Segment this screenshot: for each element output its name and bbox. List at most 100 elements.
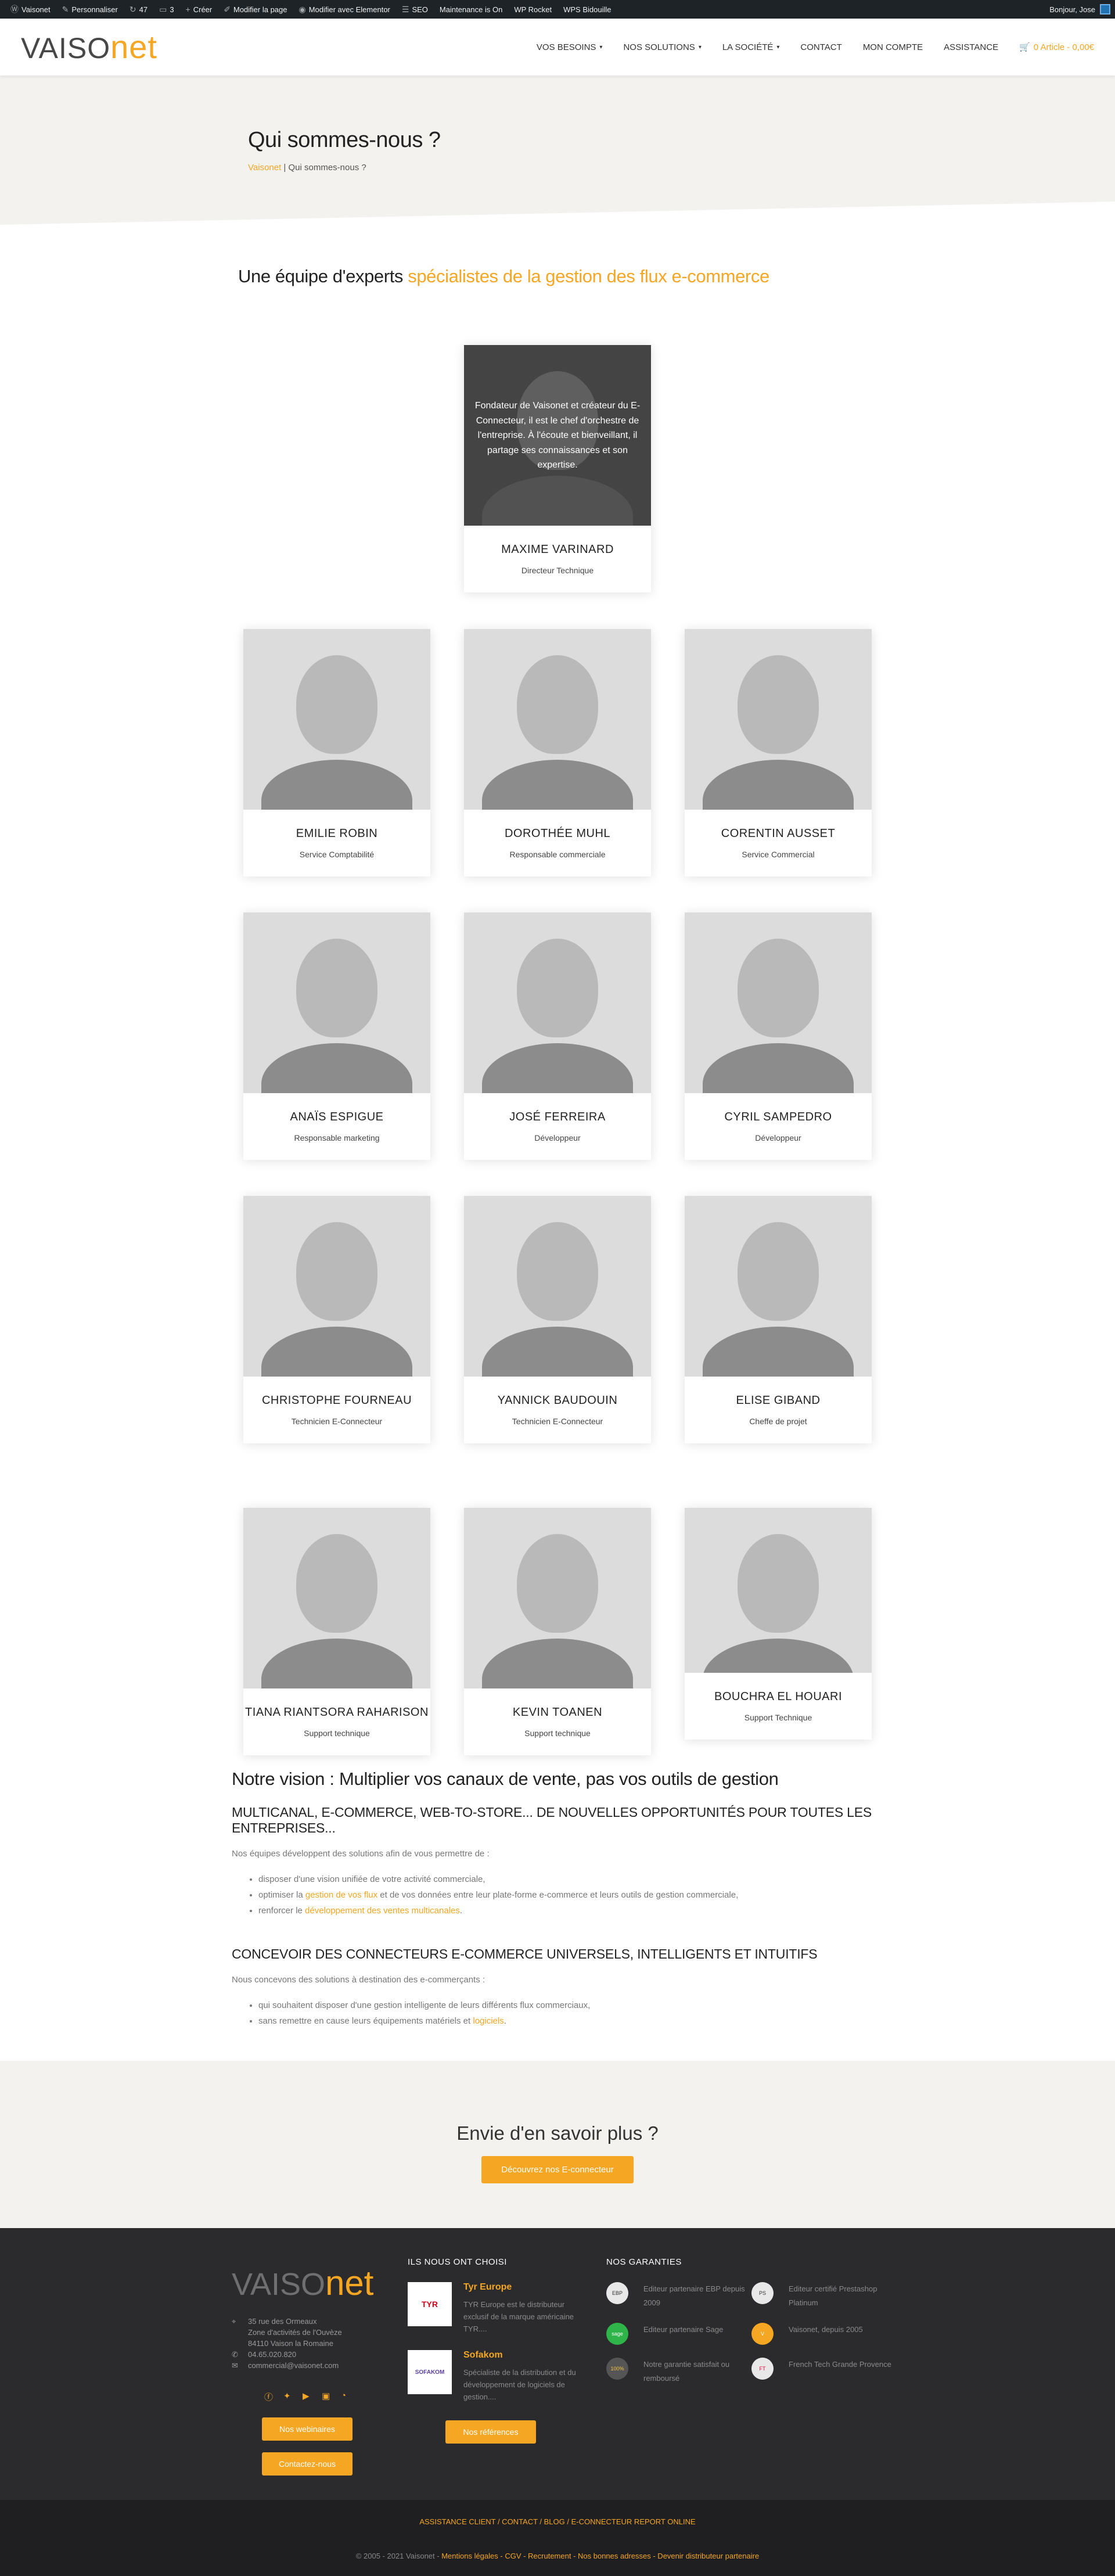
- admin-account-menu[interactable]: Bonjour, Jose: [1049, 4, 1110, 15]
- nav-item-assistance[interactable]: ASSISTANCE: [944, 42, 998, 52]
- phone-icon: ✆: [232, 2350, 238, 2359]
- rss-icon[interactable]: ◔: [341, 2391, 350, 2401]
- admin-updates-link[interactable]: ↻ 47: [124, 0, 153, 19]
- software-link[interactable]: logiciels: [473, 2016, 503, 2026]
- nav-label: VOS BESOINS: [536, 42, 596, 52]
- webinars-button[interactable]: Nos webinaires: [262, 2417, 353, 2441]
- linkedin-icon[interactable]: ▣: [322, 2391, 331, 2401]
- portrait-body-shape: [703, 1639, 854, 1673]
- discover-connectors-button[interactable]: Découvrez nos E-connecteur: [481, 2156, 634, 2183]
- tyr-logo: TYR: [408, 2282, 452, 2326]
- admin-customize-link[interactable]: ✎ Personnaliser: [56, 0, 124, 19]
- member-photo: [464, 1196, 651, 1377]
- legal-links[interactable]: Mentions légales - CGV - Recrutement - N…: [441, 2552, 759, 2560]
- nav-item-contact[interactable]: CONTACT: [800, 42, 841, 52]
- member-name: CHRISTOPHE FOURNEAU: [261, 1394, 412, 1407]
- member-photo: [243, 1508, 430, 1688]
- chevron-down-icon: ▾: [599, 44, 603, 51]
- member-role: Développeur: [755, 1133, 801, 1143]
- site-footer: VAISO net ⌖ 35 rue des Ormeaux Zone d'activ…: [0, 2228, 1115, 2500]
- nav-item-nos-solutions[interactable]: NOS SOLUTIONS ▾: [623, 42, 701, 52]
- guarantees-heading: NOS GARANTIES: [606, 2257, 682, 2267]
- facebook-icon[interactable]: ⓕ: [264, 2391, 274, 2402]
- footer-contact-info: ⌖ 35 rue des Ormeaux Zone d'activités de l…: [232, 2316, 406, 2371]
- wp-admin-bar: Ⓦ Vaisonet ✎ Personnaliser ↻ 47 ▭ 3 + Créer ✐…: [0, 0, 1115, 19]
- email-link[interactable]: commercial@vaisonet.com: [248, 2360, 339, 2371]
- member-bio-overlay: Fondateur de Vaisonet et créateur du E-C…: [464, 345, 651, 526]
- breadcrumb: Vaisonet | Qui sommes-nous ?: [248, 163, 366, 173]
- logo-text-right: net: [325, 2264, 374, 2302]
- portrait-body-shape: [261, 760, 412, 810]
- admin-maintenance-link[interactable]: Maintenance is On: [434, 0, 508, 19]
- footer-links[interactable]: ASSISTANCE CLIENT / CONTACT / BLOG / E-C…: [0, 2517, 1115, 2526]
- nav-item-vos-besoins[interactable]: VOS BESOINS ▾: [537, 42, 603, 52]
- admin-wprocket-link[interactable]: WP Rocket: [508, 0, 558, 19]
- member-role: Service Comptabilité: [299, 850, 375, 859]
- member-photo: [685, 1508, 872, 1673]
- member-photo: [243, 1196, 430, 1377]
- guarantee-item: EBP Editeur partenaire EBP depuis 2009: [606, 2282, 751, 2310]
- portrait-head-shape: [738, 939, 819, 1037]
- multichannel-sales-link[interactable]: développement des ventes multicanales: [305, 1906, 460, 1916]
- nav-item-mon-compte[interactable]: MON COMPTE: [863, 42, 923, 52]
- admin-elementor-link[interactable]: ◉ Modifier avec Elementor: [293, 0, 395, 19]
- admin-new-link[interactable]: + Créer: [180, 0, 218, 19]
- list-item: sans remettre en cause leurs équipements…: [258, 2013, 882, 2029]
- site-logo[interactable]: VAISO net: [21, 31, 157, 63]
- member-name: CORENTIN AUSSET: [721, 827, 836, 840]
- admin-comments-link[interactable]: ▭ 3: [153, 0, 179, 19]
- partner-sofakom[interactable]: SOFAKOM Sofakom Spécialiste de la distrib…: [408, 2350, 582, 2403]
- portrait-head-shape: [738, 655, 819, 754]
- pencil-icon: ✐: [224, 4, 231, 14]
- phone-number[interactable]: 04.65.020.820: [248, 2349, 296, 2360]
- guarantee-item: V Vaisonet, depuis 2005: [751, 2323, 897, 2345]
- admin-site-link[interactable]: Ⓦ Vaisonet: [5, 0, 56, 19]
- portrait-body-shape: [703, 1327, 854, 1377]
- guarantee-text: Editeur certifié Prestashop Platinum: [789, 2284, 877, 2307]
- admin-edit-page-link[interactable]: ✐ Modifier la page: [218, 0, 293, 19]
- member-photo: [243, 912, 430, 1093]
- breadcrumb-home-link[interactable]: Vaisonet: [248, 163, 281, 173]
- member-photo: [464, 629, 651, 810]
- team-card: YANNICK BAUDOUIN Technicien E-Connecteur: [464, 1196, 651, 1443]
- portrait-head-shape: [517, 1222, 598, 1321]
- team-card: ANAÏS ESPIGUE Responsable marketing: [243, 912, 430, 1160]
- member-role: Cheffe de projet: [749, 1417, 807, 1426]
- main-nav: VOS BESOINS ▾ NOS SOLUTIONS ▾ LA SOCIÉTÉ ▾ …: [537, 42, 1094, 53]
- cta-section: Envie d'en savoir plus ? Découvrez nos E…: [0, 2061, 1115, 2228]
- admin-wpsbidouille-link[interactable]: WPS Bidouille: [558, 0, 617, 19]
- guarantee-item: FT French Tech Grande Provence: [751, 2358, 897, 2385]
- admin-item-label: SEO: [412, 5, 428, 14]
- list-item: qui souhaitent disposer d'une gestion in…: [258, 1997, 882, 2013]
- member-role: Support technique: [304, 1729, 370, 1738]
- cart-link[interactable]: 🛒 0 Article - 0,00€: [1019, 42, 1094, 53]
- twitter-icon[interactable]: ✦: [283, 2391, 293, 2401]
- member-name: BOUCHRA EL HOUARI: [714, 1690, 843, 1703]
- member-name: KEVIN TOANEN: [512, 1706, 603, 1719]
- partner-tyr[interactable]: TYR Tyr Europe TYR Europe est le distribu…: [408, 2282, 582, 2335]
- references-button[interactable]: Nos références: [445, 2420, 536, 2444]
- chevron-down-icon: ▾: [698, 44, 702, 51]
- contact-us-button[interactable]: Contactez-nous: [262, 2452, 353, 2476]
- admin-greeting: Bonjour, Jose: [1049, 5, 1095, 14]
- member-role: Développeur: [534, 1133, 581, 1143]
- flux-management-link[interactable]: gestion de vos flux: [305, 1890, 377, 1900]
- member-name: DOROTHÉE MUHL: [504, 827, 611, 840]
- admin-item-label: Vaisonet: [21, 5, 51, 14]
- portrait-body-shape: [482, 1043, 633, 1093]
- footer-logo[interactable]: VAISO net: [232, 2263, 406, 2303]
- team-card: KEVIN TOANEN Support technique: [464, 1508, 651, 1755]
- map-pin-icon: ⌖: [232, 2317, 236, 2326]
- hero-curve-divider: [0, 202, 1115, 231]
- member-role: Directeur Technique: [521, 566, 594, 575]
- admin-seo-link[interactable]: ☰ SEO: [396, 0, 434, 19]
- social-links: ⓕ ✦ ▶ ▣ ◔: [264, 2391, 406, 2402]
- page-title: Qui sommes-nous ?: [248, 128, 441, 152]
- nav-item-la-societe[interactable]: LA SOCIÉTÉ ▾: [722, 42, 780, 52]
- admin-item-label: WPS Bidouille: [563, 5, 612, 14]
- cta-title: Envie d'en savoir plus ?: [456, 2122, 659, 2144]
- youtube-icon[interactable]: ▶: [303, 2391, 312, 2401]
- breadcrumb-separator: |: [281, 163, 289, 173]
- guarantee-item: 100% Notre garantie satisfait ou rembours…: [606, 2358, 751, 2385]
- guarantee-text: Vaisonet, depuis 2005: [789, 2325, 863, 2334]
